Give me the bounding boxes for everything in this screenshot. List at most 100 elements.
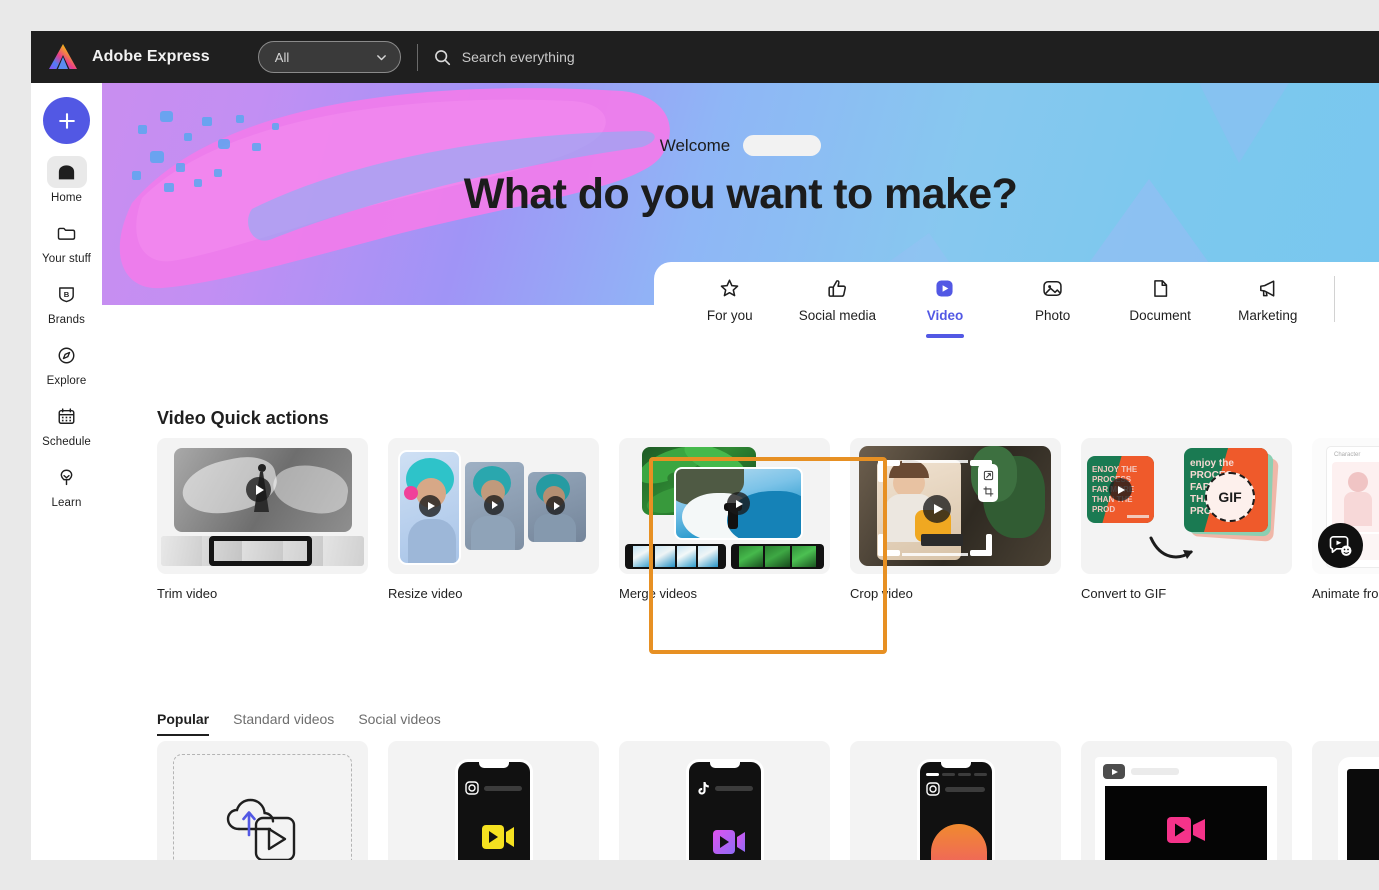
lightbulb-icon [60,469,73,485]
tab-standard-videos[interactable]: Standard videos [233,711,334,736]
play-icon [546,496,565,515]
home-icon [58,164,75,179]
phone-mockup [1338,757,1379,860]
main-content: Welcome What do you want to make? For yo… [102,83,1379,860]
tab-active-indicator [925,334,964,338]
folder-icon [57,227,76,240]
left-sidebar: Home Your stuff B Brands Explore Schedul… [31,83,102,860]
category-tab-bar: For you Social media Video Photo Documen… [654,262,1379,348]
template-cards-row [157,741,1379,860]
tab-label: Video [926,308,964,323]
assistant-fab-button[interactable] [1318,523,1363,568]
instagram-icon [464,781,479,795]
sidebar-item-label: Home [50,192,83,204]
tab-document[interactable]: Document [1106,262,1214,348]
tab-marketing[interactable]: Marketing [1214,262,1322,348]
play-icon [484,495,504,515]
phone-mockup [685,759,764,860]
svg-text:B: B [64,289,70,298]
quick-action-card-animate-from-audio[interactable]: Character Background Animate fro [1312,438,1379,601]
quick-action-card-crop-video[interactable]: Crop video [850,438,1061,601]
quick-action-card-resize-video[interactable]: Resize video [388,438,599,601]
search-bar[interactable] [434,37,1379,77]
video-camera-icon [481,825,514,849]
search-input[interactable] [461,49,862,65]
instagram-icon [925,782,940,796]
sidebar-item-brands[interactable]: B Brands [36,278,98,326]
template-card-youtube-video[interactable] [1081,741,1292,860]
welcome-name-redacted [743,135,822,156]
brand-icon: B [59,286,74,302]
sidebar-item-label: Brands [47,314,86,326]
toolbar-divider [416,43,418,71]
quick-action-card-merge-videos[interactable]: Merge videos [619,438,830,601]
play-icon [727,492,750,515]
chevron-down-icon [376,54,386,60]
sidebar-item-your-stuff[interactable]: Your stuff [36,217,98,265]
sidebar-item-label: Your stuff [42,253,91,265]
sidebar-item-learn[interactable]: Learn [36,461,98,509]
welcome-row: Welcome [102,135,1379,156]
template-filter-tabs: Popular Standard videos Social videos [157,711,441,736]
quick-action-label: Trim video [157,586,218,601]
tab-label: Document [1129,308,1191,323]
tab-for-you[interactable]: For you [676,262,784,348]
sidebar-item-label: Schedule [42,436,91,448]
quick-action-card-convert-to-gif[interactable]: ENJOY THEPROCESSFAR MORETHAN THEPROD enj… [1081,438,1292,601]
tab-video[interactable]: Video [891,262,999,348]
search-icon [434,49,450,65]
calendar-icon [58,407,75,424]
search-scope-select[interactable]: All [257,41,401,73]
phone-mockup [916,759,995,860]
quick-actions-heading: Video Quick actions [157,408,329,428]
quick-action-thumbnail [157,438,368,574]
arrow-icon [1149,536,1193,559]
template-card-instagram-post[interactable] [388,741,599,860]
play-icon [419,495,441,517]
play-icon [923,495,951,523]
quick-action-label: Convert to GIF [1081,586,1167,601]
template-card-tiktok-video[interactable] [619,741,830,860]
template-card-upload[interactable] [157,741,368,860]
adobe-express-logo-icon[interactable] [48,43,78,71]
tab-label: Social media [798,308,877,323]
assistant-chat-icon [1329,536,1352,556]
template-card-instagram-story[interactable] [850,741,1061,860]
quick-action-label: Resize video [388,586,463,601]
quick-action-thumbnail [388,438,599,574]
sidebar-item-home[interactable]: Home [36,156,98,204]
cloud-upload-video-icon [226,798,295,860]
sidebar-item-label: Learn [51,497,82,509]
quick-action-card-trim-video[interactable]: Trim video [157,438,368,601]
document-icon [1153,279,1167,297]
tab-photo[interactable]: Photo [999,262,1107,348]
sidebar-item-schedule[interactable]: Schedule [36,400,98,448]
quick-action-label: Merge videos [619,586,698,601]
hero-text-block: Welcome What do you want to make? [102,135,1379,219]
tab-social-media[interactable]: Social media [784,262,892,348]
tab-social-videos[interactable]: Social videos [358,711,441,736]
adobe-express-window: Adobe Express All Search everything Home… [31,31,1379,860]
sidebar-item-label: Explore [46,375,87,387]
youtube-icon [1103,764,1125,779]
quick-actions-row: Trim video Resize video Merge videos Cro… [157,438,1379,601]
search-scope-value: All [274,49,290,65]
gif-badge: GIF [1205,472,1255,522]
brand-title: Adobe Express [92,48,210,65]
quick-action-thumbnail: ENJOY THEPROCESSFAR MORETHAN THEPROD enj… [1081,438,1292,574]
top-bar: Adobe Express All [31,31,1379,83]
phone-mockup [454,759,533,860]
create-new-button[interactable] [43,97,90,144]
tab-label: For you [706,308,753,323]
video-camera-icon [712,830,745,854]
sidebar-item-explore[interactable]: Explore [36,339,98,387]
photo-icon [1043,280,1062,296]
megaphone-icon [1260,279,1275,297]
star-icon [720,278,739,296]
tab-popular[interactable]: Popular [157,711,210,736]
welcome-label: Welcome [659,135,731,155]
plus-icon [58,112,75,129]
tab-generate[interactable]: Gene [1346,262,1379,348]
thumbs-up-icon [828,279,846,297]
template-card-phone-blank[interactable] [1312,741,1379,860]
